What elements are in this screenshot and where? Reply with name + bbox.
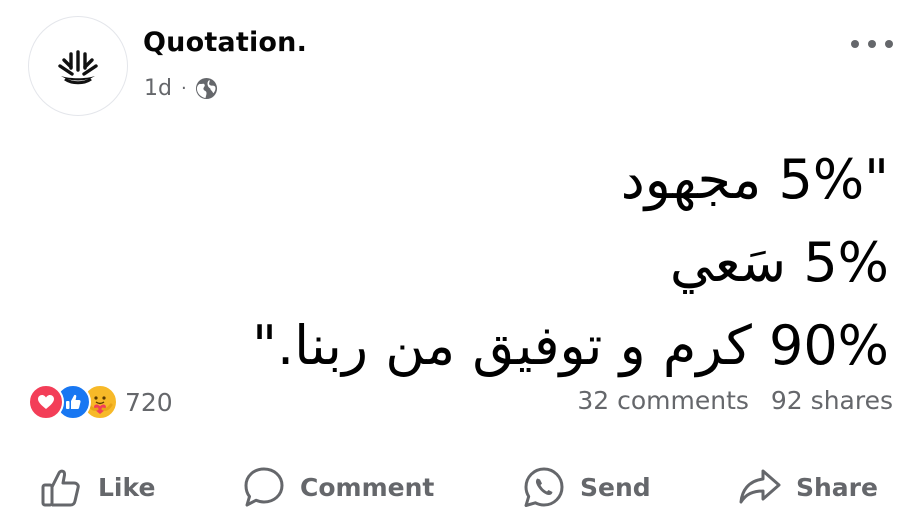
action-bar: Like Comment Send Share <box>0 458 923 516</box>
share-label: Share <box>796 472 878 502</box>
post-card: Quotation. 1d · "5% مجهود 5% سَعي 90% كر… <box>0 0 923 531</box>
post-text: "5% مجهود 5% سَعي 90% كرم و توفيق من ربن… <box>29 138 889 387</box>
comment-label: Comment <box>300 472 435 502</box>
reaction-count: 720 <box>125 387 173 417</box>
send-label: Send <box>580 472 651 502</box>
comment-icon <box>244 467 284 507</box>
globe-icon[interactable] <box>195 77 218 100</box>
plant-logo-icon <box>58 50 98 85</box>
shares-count[interactable]: 92 shares <box>771 386 893 415</box>
comments-count[interactable]: 32 comments <box>577 386 749 415</box>
send-button[interactable]: Send <box>522 458 651 516</box>
comment-button[interactable]: Comment <box>242 458 434 516</box>
quote-line: "5% مجهود <box>620 148 889 211</box>
meta-separator: · <box>180 78 187 99</box>
avatar[interactable] <box>28 16 128 116</box>
whatsapp-icon <box>524 467 564 507</box>
more-options-button[interactable] <box>851 34 893 54</box>
more-dot <box>885 40 893 48</box>
post-meta: 1d · <box>144 76 218 101</box>
quote-line: 5% سَعي <box>669 231 889 294</box>
more-dot <box>851 40 859 48</box>
engagement-counts: 32 comments 92 shares <box>577 386 893 415</box>
quote-line: 90% كرم و توفيق من ربنا." <box>252 314 889 377</box>
share-arrow-icon <box>739 469 781 504</box>
like-button[interactable]: Like <box>40 458 155 516</box>
thumbs-up-icon <box>41 469 80 507</box>
more-dot <box>868 40 876 48</box>
like-label: Like <box>98 472 156 502</box>
page-name[interactable]: Quotation. <box>143 27 307 58</box>
love-icon <box>28 384 64 420</box>
share-button[interactable]: Share <box>738 458 878 516</box>
reactions-summary[interactable]: 720 <box>28 384 173 420</box>
post-time[interactable]: 1d <box>144 76 172 101</box>
